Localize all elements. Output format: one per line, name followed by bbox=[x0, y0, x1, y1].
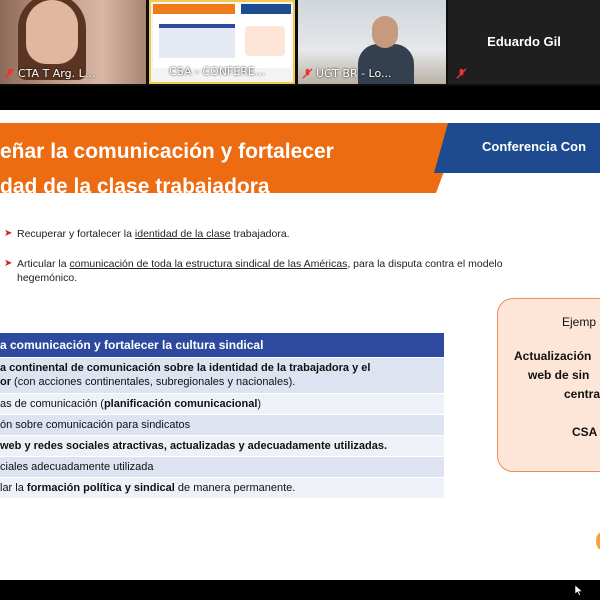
bullet-text: Articular la bbox=[17, 258, 70, 270]
shared-screen-thumbnail bbox=[153, 4, 291, 68]
participant-face bbox=[26, 0, 78, 64]
strategy-table: a comunicación y fortalecer la cultura s… bbox=[0, 333, 444, 498]
arrow-bullet-icon: ➤ bbox=[4, 258, 13, 269]
table-row: as de comunicación (planificación comuni… bbox=[0, 393, 444, 414]
participant-strip: CTA T Arg. L... CSA - CONFERE... UGT BR … bbox=[0, 0, 600, 86]
bullet-text: hegemónico. bbox=[17, 272, 78, 284]
participant-tile-active[interactable]: CSA - CONFERE... bbox=[149, 0, 295, 84]
bullet-text: Recuperar y fortalecer la bbox=[17, 228, 135, 240]
bullet-text: , para la disputa contra el modelo bbox=[347, 258, 503, 270]
conference-banner: Conferencia Con bbox=[434, 123, 600, 173]
underlined-text: comunicación de toda la estructura sindi… bbox=[69, 258, 348, 270]
bullet-text: trabajadora. bbox=[230, 228, 290, 240]
table-header: a comunicación y fortalecer la cultura s… bbox=[0, 333, 444, 357]
decorative-dot bbox=[596, 532, 600, 550]
mic-muted-icon bbox=[4, 68, 15, 79]
participant-name: CTA T Arg. L... bbox=[18, 67, 96, 80]
slide-title-banner: eñar la comunicación y fortalecer dad de… bbox=[0, 123, 462, 198]
bullet-item: ➤ Articular la comunicación de toda la e… bbox=[0, 257, 560, 285]
participant-name: UGT BR - Lo... bbox=[316, 67, 392, 80]
bottom-bar bbox=[0, 580, 600, 600]
table-row: ciales adecuadamente utilizada bbox=[0, 456, 444, 477]
shared-screen: eñar la comunicación y fortalecer dad de… bbox=[0, 110, 600, 580]
mouse-cursor-icon bbox=[575, 585, 583, 596]
slide-title-line: dad de la clase trabajadora bbox=[0, 175, 270, 198]
participant-name: Eduardo Gil bbox=[487, 34, 561, 49]
bullet-item: ➤ Recuperar y fortalecer la identidad de… bbox=[0, 227, 560, 241]
slide-title-line: eñar la comunicación y fortalecer bbox=[0, 140, 334, 163]
table-row: web y redes sociales atractivas, actuali… bbox=[0, 435, 444, 456]
mic-muted-icon bbox=[456, 68, 467, 79]
table-row: lar la formación política y sindical de … bbox=[0, 477, 444, 498]
conference-banner-text: Conferencia Con bbox=[482, 139, 587, 154]
example-text: Actualización bbox=[514, 349, 592, 363]
participant-tile[interactable]: UGT BR - Lo... bbox=[298, 0, 446, 84]
table-row: a continental de comunicación sobre la i… bbox=[0, 357, 444, 393]
participant-name: CSA - CONFERE... bbox=[169, 65, 266, 78]
participant-tile[interactable]: Eduardo Gil bbox=[448, 0, 600, 84]
mic-muted-icon bbox=[302, 68, 313, 79]
participant-tile[interactable]: CTA T Arg. L... bbox=[0, 0, 146, 84]
participant-face bbox=[372, 16, 398, 48]
example-text: web de sin bbox=[528, 368, 590, 382]
underlined-text: identidad de la clase bbox=[134, 228, 231, 240]
table-row: ón sobre comunicación para sindicatos bbox=[0, 414, 444, 435]
example-box: Ejemp Actualización web de sin centra CS… bbox=[497, 298, 600, 472]
arrow-bullet-icon: ➤ bbox=[4, 228, 13, 239]
example-text: Ejemp bbox=[562, 315, 597, 329]
example-text: CSA bbox=[572, 425, 598, 439]
example-text: centra bbox=[564, 387, 600, 401]
